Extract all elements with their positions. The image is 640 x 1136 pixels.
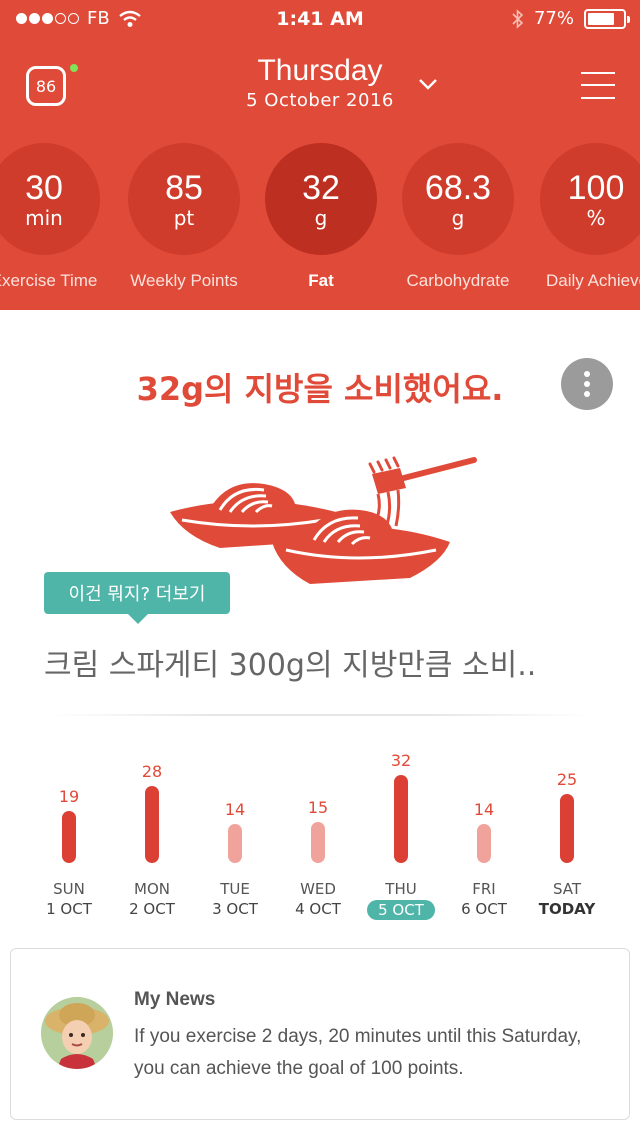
bluetooth-icon <box>512 8 524 29</box>
day-bar <box>145 786 159 863</box>
day-date-label: 3 OCT <box>212 900 258 918</box>
day-date-label: 4 OCT <box>295 900 341 918</box>
app-screen: FB 1:41 AM 77% 86 Thursday 5 October 201… <box>0 0 640 1136</box>
header: FB 1:41 AM 77% 86 Thursday 5 October 201… <box>0 0 640 310</box>
day-date-label: 6 OCT <box>461 900 507 918</box>
stat-value: 68.3 <box>424 169 492 207</box>
day-name-label: WED <box>300 880 336 898</box>
stat-unit: pt <box>173 206 195 230</box>
day-date-label: 5 OCT <box>367 900 435 920</box>
day-date-label: TODAY <box>538 900 596 918</box>
day-name-label: SAT <box>552 880 582 898</box>
news-body: If you exercise 2 days, 20 minutes until… <box>134 1026 582 1079</box>
full-date: 5 October 2016 <box>246 90 394 111</box>
day-name-label: SUN <box>53 880 85 898</box>
stat-value: 32 <box>302 169 340 207</box>
day-bar <box>228 824 242 863</box>
day-bar <box>477 824 491 863</box>
day-bar <box>62 811 76 863</box>
stats-carousel[interactable]: 30 min Exercise Time 85 pt Weekly Points 3… <box>0 143 640 303</box>
tooltip-label: 이건 뭐지? 더보기 <box>68 584 206 605</box>
day-name-label: TUE <box>220 880 250 898</box>
day-value-label: 32 <box>390 751 412 770</box>
status-bar: FB 1:41 AM 77% <box>0 0 640 40</box>
day-value-label: 14 <box>473 800 495 819</box>
status-right: 77% <box>512 8 630 29</box>
stat-daily-achievement[interactable]: 100% Daily Achievement <box>506 143 640 291</box>
stat-unit: % <box>586 206 606 230</box>
stat-label: Daily Achievement <box>546 271 640 290</box>
day-date-label: 2 OCT <box>129 900 175 918</box>
day-bar <box>311 822 325 863</box>
stat-value: 85 <box>165 169 203 207</box>
avatar <box>41 997 113 1069</box>
day-name: Thursday <box>257 54 383 87</box>
day-name-label: FRI <box>472 880 496 898</box>
day-value-label: 15 <box>307 798 329 817</box>
day-bar <box>560 794 574 863</box>
news-title: My News <box>134 989 216 1010</box>
stat-unit: min <box>25 206 63 230</box>
divider <box>48 714 592 716</box>
day-name-label: MON <box>134 880 170 898</box>
battery-icon <box>584 8 630 29</box>
stat-value: 100 <box>567 169 625 207</box>
day-name-label: THU <box>385 880 417 898</box>
day-value-label: 14 <box>224 800 246 819</box>
day-date-label: 1 OCT <box>46 900 92 918</box>
battery-percent: 77% <box>533 8 574 29</box>
stat-unit: g <box>451 206 465 230</box>
more-options-button[interactable] <box>561 358 613 410</box>
day-bar <box>394 775 408 863</box>
day-value-label: 25 <box>556 770 578 789</box>
news-card[interactable]: My News If you exercise 2 days, 20 minut… <box>10 948 630 1120</box>
stat-unit: g <box>314 206 328 230</box>
date-selector[interactable]: Thursday 5 October 2016 <box>0 54 640 111</box>
comparison-text: 크림 스파게티 300g의 지방만큼 소비.. <box>44 648 537 683</box>
day-value-label: 19 <box>58 787 80 806</box>
hamburger-menu-icon[interactable] <box>581 70 615 100</box>
info-tooltip-button[interactable]: 이건 뭐지? 더보기 <box>44 572 230 624</box>
chevron-down-icon[interactable] <box>418 74 438 94</box>
fat-headline: 32g의 지방을 소비했어요. <box>136 370 504 408</box>
weekly-chart: 19 SUN 1 OCT 28 MON 2 OCT 14 TUE 3 OCT 15 WED 4 OCT… <box>0 740 640 930</box>
stat-value: 30 <box>25 169 63 207</box>
day-value-label: 28 <box>141 762 163 781</box>
